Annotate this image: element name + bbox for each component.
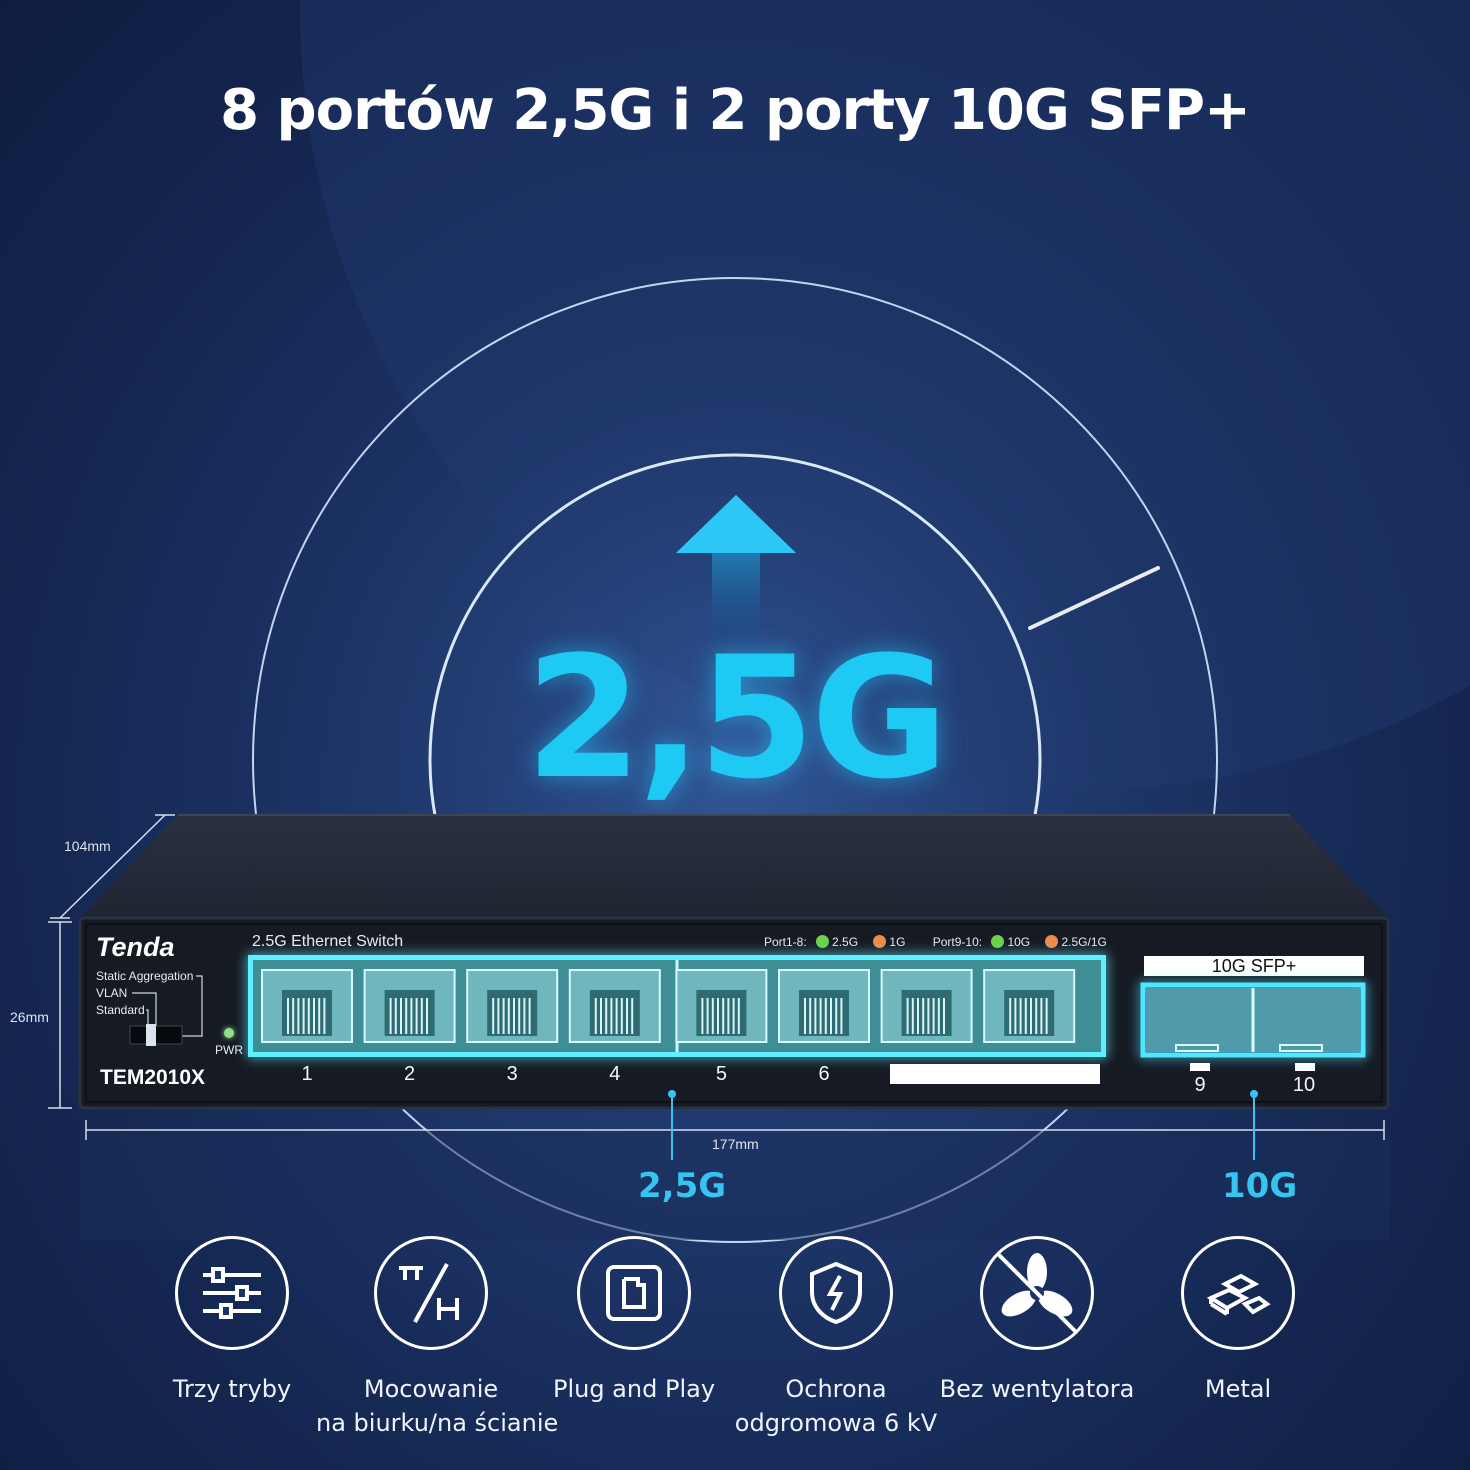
plug-and-play-icon bbox=[577, 1236, 691, 1350]
feature-metal: Metal bbox=[1123, 1236, 1353, 1406]
feature-label: Trzy tryby bbox=[172, 1375, 292, 1403]
feature-label: Ochrona odgromowa 6 kV bbox=[721, 1372, 951, 1440]
feature-label-line: Ochrona bbox=[785, 1375, 887, 1403]
feature-label-line: odgromowa 6 kV bbox=[734, 1409, 938, 1437]
sfp-port-number-10: 10 bbox=[1292, 1074, 1316, 1096]
sfp-speed-callout: 10G bbox=[1222, 1166, 1298, 1206]
feature-label: Bez wentylatora bbox=[939, 1375, 1135, 1403]
feature-mounting: Mocowanie na biurku/na ścianie bbox=[316, 1236, 559, 1440]
sfp-port-number-9: 9 bbox=[1194, 1074, 1206, 1096]
feature-label: Plug and Play bbox=[552, 1375, 716, 1403]
feature-three-modes: Trzy tryby bbox=[117, 1236, 347, 1406]
feature-lightning-protection: Ochrona odgromowa 6 kV bbox=[721, 1236, 951, 1440]
feature-label-line: Mocowanie bbox=[363, 1375, 499, 1403]
no-fan-icon bbox=[980, 1236, 1094, 1350]
product-banner: 8 portów 2,5G i 2 porty 10G SFP+ 2,5G 10… bbox=[0, 0, 1470, 1470]
rj45-speed-callout: 2,5G bbox=[638, 1166, 727, 1206]
feature-label: Metal bbox=[1204, 1375, 1272, 1403]
feature-label-line: na biurku/na ścianie bbox=[316, 1409, 559, 1437]
lightning-shield-icon bbox=[779, 1236, 893, 1350]
feature-plug-and-play: Plug and Play bbox=[519, 1236, 749, 1406]
metal-ingots-icon bbox=[1181, 1236, 1295, 1350]
feature-label: Mocowanie na biurku/na ścianie bbox=[316, 1372, 559, 1440]
feature-fanless: Bez wentylatora bbox=[922, 1236, 1152, 1406]
desk-wall-mount-icon bbox=[374, 1236, 488, 1350]
sliders-icon bbox=[175, 1236, 289, 1350]
